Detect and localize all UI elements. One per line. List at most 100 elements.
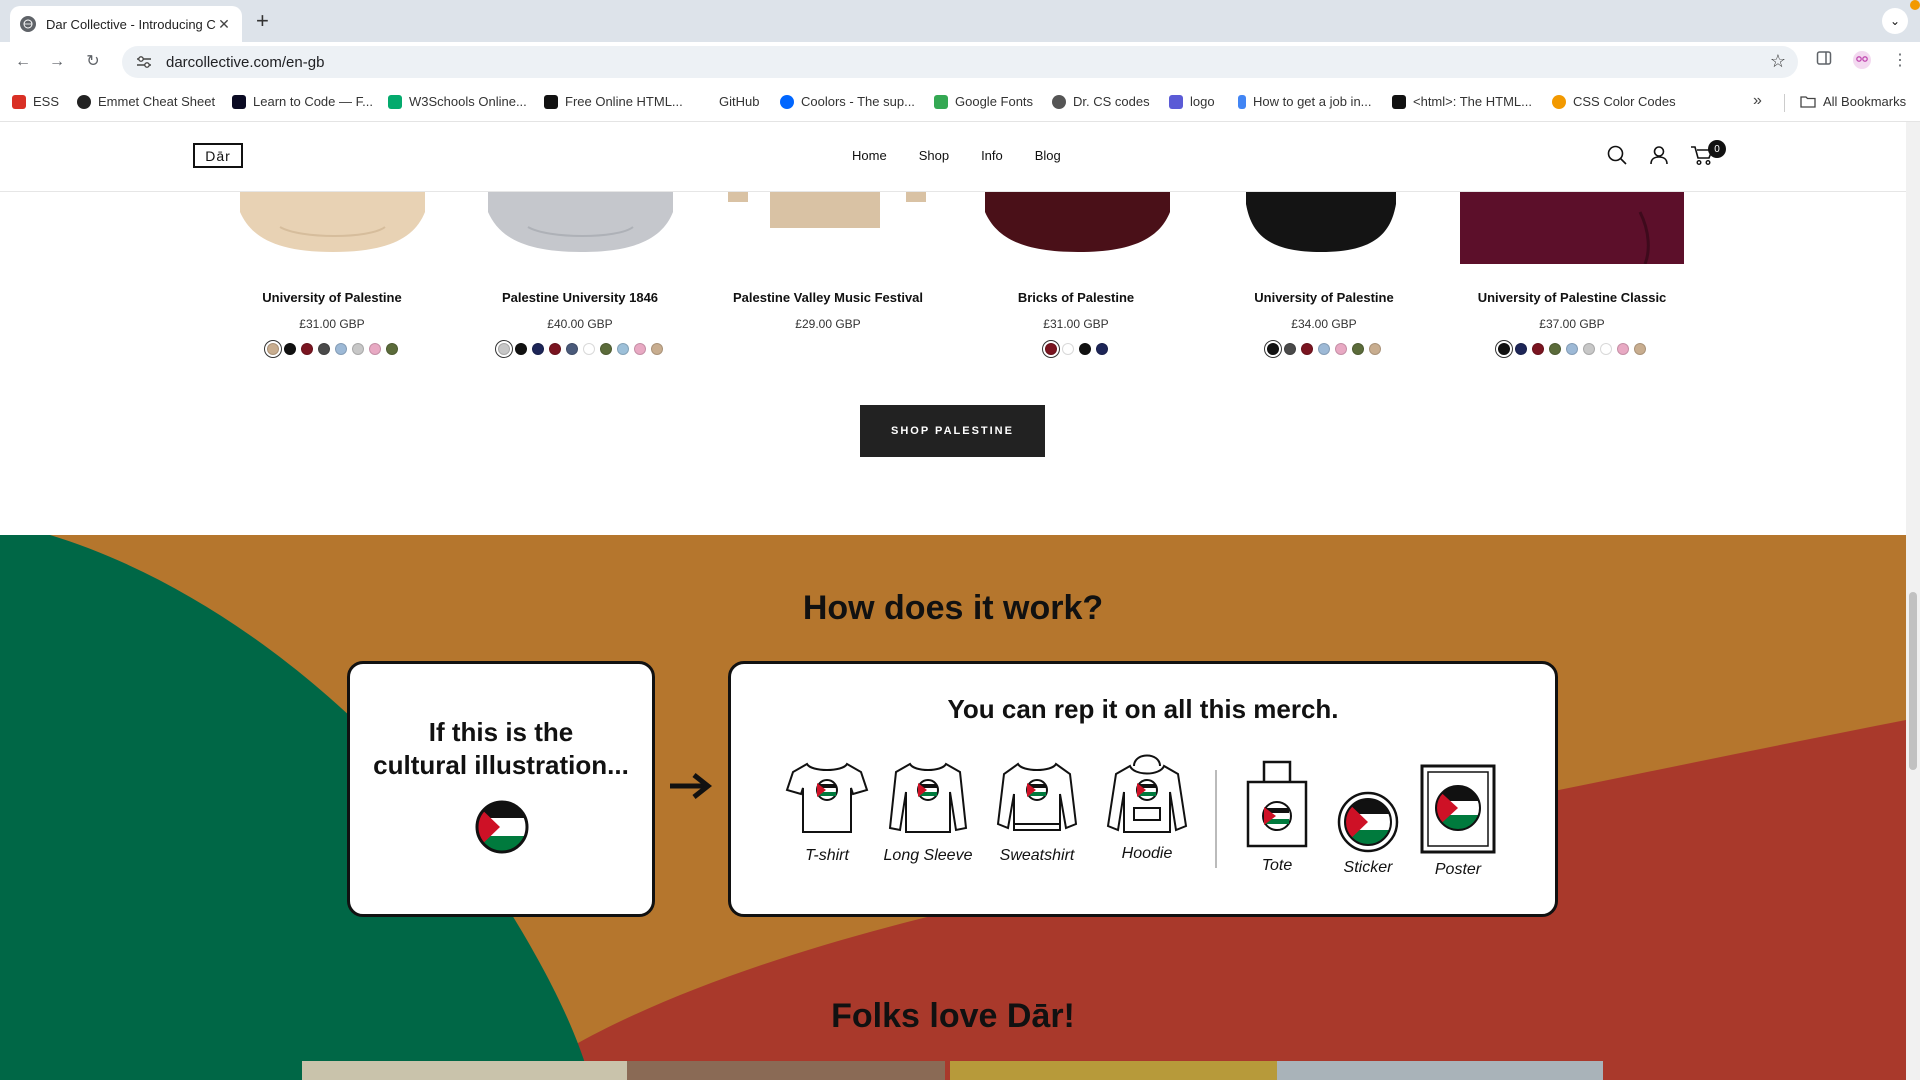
color-swatch[interactable] bbox=[1264, 340, 1282, 358]
color-swatch[interactable] bbox=[650, 343, 663, 355]
color-swatch[interactable] bbox=[1515, 343, 1527, 355]
color-swatch[interactable] bbox=[1284, 343, 1296, 355]
color-swatch[interactable] bbox=[1352, 343, 1364, 355]
bookmark-item[interactable]: How to get a job in... bbox=[1238, 94, 1372, 109]
product-name[interactable]: University of Palestine Classic bbox=[1460, 290, 1684, 305]
profile-avatar-icon[interactable] bbox=[1852, 50, 1872, 75]
color-swatch[interactable] bbox=[514, 343, 527, 355]
color-swatch[interactable] bbox=[1335, 343, 1347, 355]
reload-icon[interactable]: ↻ bbox=[82, 51, 104, 73]
product-image[interactable] bbox=[1460, 192, 1684, 264]
color-swatch[interactable] bbox=[1549, 343, 1561, 355]
color-swatch[interactable] bbox=[1061, 343, 1074, 355]
product-name[interactable]: Palestine University 1846 bbox=[468, 290, 692, 305]
product-name[interactable]: Palestine Valley Music Festival bbox=[716, 290, 940, 305]
forward-arrow-icon[interactable]: → bbox=[46, 51, 68, 73]
color-swatch[interactable] bbox=[1301, 343, 1313, 355]
product-name[interactable]: University of Palestine bbox=[220, 290, 444, 305]
color-swatch[interactable] bbox=[1600, 343, 1612, 355]
color-swatch[interactable] bbox=[300, 343, 313, 355]
bookmark-item[interactable]: Emmet Cheat Sheet bbox=[77, 94, 215, 109]
product-card[interactable]: University of Palestine £31.00 GBP bbox=[220, 290, 444, 358]
color-swatch[interactable] bbox=[351, 343, 364, 355]
color-swatch[interactable] bbox=[1078, 343, 1091, 355]
bookmark-item[interactable]: logo bbox=[1169, 94, 1215, 109]
color-swatch[interactable] bbox=[531, 343, 544, 355]
tab-search-chevron-icon[interactable]: ⌄ bbox=[1882, 8, 1908, 34]
product-name[interactable]: Bricks of Palestine bbox=[964, 290, 1188, 305]
shop-palestine-button[interactable]: SHOP PALESTINE bbox=[860, 405, 1045, 457]
new-tab-button[interactable]: + bbox=[256, 8, 269, 34]
bookmark-item[interactable]: Learn to Code — F... bbox=[232, 94, 373, 109]
color-swatch[interactable] bbox=[317, 343, 330, 355]
product-image[interactable] bbox=[1246, 192, 1396, 264]
color-swatch[interactable] bbox=[1583, 343, 1595, 355]
color-swatch[interactable] bbox=[616, 343, 629, 355]
color-swatch[interactable] bbox=[334, 343, 347, 355]
color-swatch[interactable] bbox=[582, 343, 595, 355]
nav-shop[interactable]: Shop bbox=[919, 148, 949, 163]
browser-tab[interactable]: Dar Collective - Introducing C ✕ bbox=[10, 6, 242, 42]
review-photo[interactable] bbox=[1277, 1061, 1603, 1080]
nav-blog[interactable]: Blog bbox=[1035, 148, 1061, 163]
all-bookmarks-folder[interactable]: All Bookmarks bbox=[1800, 94, 1906, 109]
color-swatch[interactable] bbox=[1041, 340, 1060, 358]
back-arrow-icon[interactable]: ← bbox=[12, 51, 34, 73]
bookmark-item[interactable]: Free Online HTML... bbox=[544, 94, 683, 109]
product-card[interactable]: Bricks of Palestine £31.00 GBP bbox=[964, 290, 1188, 358]
color-swatch[interactable] bbox=[599, 343, 612, 355]
color-swatch[interactable] bbox=[1532, 343, 1544, 355]
color-swatch[interactable] bbox=[263, 340, 282, 358]
browser-menu-icon[interactable]: ⋮ bbox=[1892, 50, 1908, 70]
product-card[interactable]: Palestine Valley Music Festival £29.00 GB… bbox=[716, 290, 940, 343]
color-swatch[interactable] bbox=[1634, 343, 1646, 355]
bookmark-item[interactable]: <html>: The HTML... bbox=[1392, 94, 1532, 109]
color-swatch[interactable] bbox=[385, 343, 398, 355]
color-swatch[interactable] bbox=[633, 343, 646, 355]
page-scrollbar[interactable] bbox=[1906, 122, 1920, 1080]
bookmark-item[interactable]: W3Schools Online... bbox=[388, 94, 527, 109]
review-photo[interactable] bbox=[627, 1061, 945, 1080]
color-swatch[interactable] bbox=[1617, 343, 1629, 355]
product-image[interactable] bbox=[728, 192, 928, 264]
review-photo[interactable] bbox=[302, 1061, 627, 1080]
color-swatch[interactable] bbox=[1318, 343, 1330, 355]
product-card[interactable]: Palestine University 1846 £40.00 GBP bbox=[468, 290, 692, 358]
color-swatch[interactable] bbox=[283, 343, 296, 355]
product-image[interactable] bbox=[240, 192, 425, 264]
account-icon[interactable] bbox=[1648, 144, 1672, 168]
site-settings-icon[interactable] bbox=[134, 52, 154, 72]
bookmark-item[interactable]: CSS Color Codes bbox=[1552, 94, 1676, 109]
bookmark-item[interactable]: ESS bbox=[12, 94, 59, 109]
bookmark-item[interactable]: Coolors - The sup... bbox=[780, 94, 915, 109]
color-swatch[interactable] bbox=[565, 343, 578, 355]
color-swatch[interactable] bbox=[1566, 343, 1578, 355]
color-swatch[interactable] bbox=[548, 343, 561, 355]
product-image[interactable] bbox=[488, 192, 673, 264]
nav-home[interactable]: Home bbox=[852, 148, 887, 163]
color-swatch[interactable] bbox=[1495, 340, 1513, 358]
product-image[interactable] bbox=[985, 192, 1170, 264]
address-bar[interactable]: darcollective.com/en-gb ☆ bbox=[122, 46, 1798, 78]
color-swatch[interactable] bbox=[1095, 343, 1108, 355]
color-swatch[interactable] bbox=[1369, 343, 1381, 355]
product-card[interactable]: University of Palestine Classic £37.00 GB… bbox=[1460, 290, 1684, 358]
merch-item-sticker: Sticker bbox=[1318, 790, 1418, 877]
product-card[interactable]: University of Palestine £34.00 GBP bbox=[1212, 290, 1436, 358]
search-icon[interactable] bbox=[1606, 144, 1630, 168]
globe-icon bbox=[1052, 94, 1066, 109]
more-bookmarks-chevron-icon[interactable]: » bbox=[1753, 92, 1762, 110]
review-photo[interactable] bbox=[950, 1061, 1277, 1080]
scrollbar-thumb[interactable] bbox=[1909, 592, 1917, 770]
nav-info[interactable]: Info bbox=[981, 148, 1003, 163]
site-logo[interactable]: Dār bbox=[193, 143, 243, 168]
side-panel-icon[interactable] bbox=[1816, 50, 1832, 71]
bookmark-item[interactable]: GitHub bbox=[719, 94, 759, 109]
bookmark-star-icon[interactable]: ☆ bbox=[1770, 51, 1786, 72]
bookmark-item[interactable]: Dr. CS codes bbox=[1052, 94, 1150, 109]
color-swatch[interactable] bbox=[494, 340, 513, 358]
close-tab-icon[interactable]: ✕ bbox=[216, 16, 232, 33]
color-swatch[interactable] bbox=[368, 343, 381, 355]
product-name[interactable]: University of Palestine bbox=[1212, 290, 1436, 305]
bookmark-item[interactable]: Google Fonts bbox=[934, 94, 1033, 109]
